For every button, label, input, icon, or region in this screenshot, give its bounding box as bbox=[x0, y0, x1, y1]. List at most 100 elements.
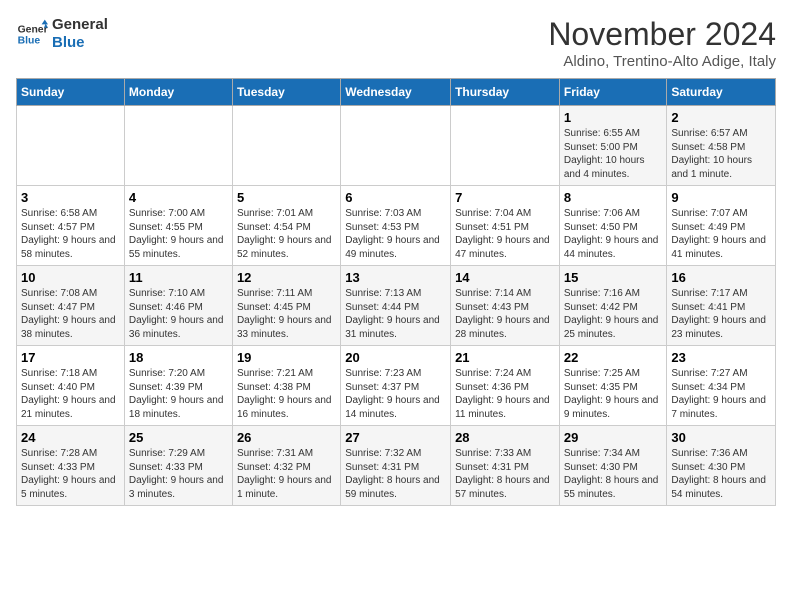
calendar-cell: 9 Sunrise: 7:07 AM Sunset: 4:49 PM Daylig… bbox=[667, 186, 776, 266]
weekday-header-friday: Friday bbox=[559, 79, 667, 106]
weekday-header-tuesday: Tuesday bbox=[232, 79, 340, 106]
day-info: Sunrise: 7:36 AM Sunset: 4:30 PM Dayligh… bbox=[671, 447, 771, 501]
day-info: Sunrise: 7:03 AM Sunset: 4:53 PM Dayligh… bbox=[345, 207, 446, 261]
calendar-cell: 7Sunrise: 7:04 AM Sunset: 4:51 PM Daylig… bbox=[451, 186, 560, 266]
calendar-week-4: 17 Sunrise: 7:18 AM Sunset: 4:40 PM Dayli… bbox=[17, 346, 776, 426]
day-number: 17 bbox=[21, 350, 120, 365]
day-number: 20 bbox=[345, 350, 446, 365]
header: General Blue General Blue November 2024 … bbox=[16, 16, 776, 70]
calendar-body: 1Sunrise: 6:55 AM Sunset: 5:00 PM Daylig… bbox=[17, 106, 776, 506]
weekday-header-thursday: Thursday bbox=[451, 79, 560, 106]
day-number: 23 bbox=[671, 350, 771, 365]
logo-general: General bbox=[52, 16, 108, 33]
calendar-cell bbox=[451, 106, 560, 186]
day-info: Sunrise: 7:06 AM Sunset: 4:50 PM Dayligh… bbox=[564, 207, 663, 261]
calendar-cell: 26Sunrise: 7:31 AM Sunset: 4:32 PM Dayli… bbox=[232, 426, 340, 506]
day-info: Sunrise: 7:13 AM Sunset: 4:44 PM Dayligh… bbox=[345, 287, 446, 341]
day-info: Sunrise: 7:21 AM Sunset: 4:38 PM Dayligh… bbox=[237, 367, 336, 421]
calendar-cell: 1Sunrise: 6:55 AM Sunset: 5:00 PM Daylig… bbox=[559, 106, 667, 186]
day-number: 8 bbox=[564, 190, 663, 205]
day-info: Sunrise: 7:11 AM Sunset: 4:45 PM Dayligh… bbox=[237, 287, 336, 341]
month-title: November 2024 bbox=[548, 16, 776, 53]
calendar-cell: 18Sunrise: 7:20 AM Sunset: 4:39 PM Dayli… bbox=[124, 346, 232, 426]
calendar-cell: 19 Sunrise: 7:21 AM Sunset: 4:38 PM Dayli… bbox=[232, 346, 340, 426]
calendar-cell: 5Sunrise: 7:01 AM Sunset: 4:54 PM Daylig… bbox=[232, 186, 340, 266]
calendar-cell: 28Sunrise: 7:33 AM Sunset: 4:31 PM Dayli… bbox=[451, 426, 560, 506]
day-info: Sunrise: 6:58 AM Sunset: 4:57 PM Dayligh… bbox=[21, 207, 120, 261]
day-number: 29 bbox=[564, 430, 663, 445]
calendar-cell bbox=[124, 106, 232, 186]
calendar-cell: 27Sunrise: 7:32 AM Sunset: 4:31 PM Dayli… bbox=[341, 426, 451, 506]
weekday-header-wednesday: Wednesday bbox=[341, 79, 451, 106]
day-number: 6 bbox=[345, 190, 446, 205]
calendar-cell: 20 Sunrise: 7:23 AM Sunset: 4:37 PM Dayli… bbox=[341, 346, 451, 426]
location-title: Aldino, Trentino-Alto Adige, Italy bbox=[548, 53, 776, 70]
weekday-header-sunday: Sunday bbox=[17, 79, 125, 106]
day-number: 22 bbox=[564, 350, 663, 365]
day-info: Sunrise: 7:24 AM Sunset: 4:36 PM Dayligh… bbox=[455, 367, 555, 421]
logo-blue: Blue bbox=[52, 34, 108, 52]
day-number: 24 bbox=[21, 430, 120, 445]
calendar-cell: 21Sunrise: 7:24 AM Sunset: 4:36 PM Dayli… bbox=[451, 346, 560, 426]
calendar-cell: 13 Sunrise: 7:13 AM Sunset: 4:44 PM Dayli… bbox=[341, 266, 451, 346]
calendar-cell: 10 Sunrise: 7:08 AM Sunset: 4:47 PM Dayli… bbox=[17, 266, 125, 346]
day-info: Sunrise: 7:34 AM Sunset: 4:30 PM Dayligh… bbox=[564, 447, 663, 501]
logo: General Blue General Blue bbox=[16, 16, 108, 52]
day-info: Sunrise: 7:29 AM Sunset: 4:33 PM Dayligh… bbox=[129, 447, 228, 501]
weekday-header-monday: Monday bbox=[124, 79, 232, 106]
day-info: Sunrise: 7:10 AM Sunset: 4:46 PM Dayligh… bbox=[129, 287, 228, 341]
day-info: Sunrise: 7:27 AM Sunset: 4:34 PM Dayligh… bbox=[671, 367, 771, 421]
day-number: 9 bbox=[671, 190, 771, 205]
day-info: Sunrise: 7:17 AM Sunset: 4:41 PM Dayligh… bbox=[671, 287, 771, 341]
calendar-week-2: 3 Sunrise: 6:58 AM Sunset: 4:57 PM Daylig… bbox=[17, 186, 776, 266]
day-number: 5 bbox=[237, 190, 336, 205]
day-number: 1 bbox=[564, 110, 663, 125]
calendar-cell: 3 Sunrise: 6:58 AM Sunset: 4:57 PM Daylig… bbox=[17, 186, 125, 266]
calendar-cell bbox=[232, 106, 340, 186]
day-info: Sunrise: 7:04 AM Sunset: 4:51 PM Dayligh… bbox=[455, 207, 555, 261]
day-number: 3 bbox=[21, 190, 120, 205]
calendar-cell: 17 Sunrise: 7:18 AM Sunset: 4:40 PM Dayli… bbox=[17, 346, 125, 426]
day-info: Sunrise: 7:31 AM Sunset: 4:32 PM Dayligh… bbox=[237, 447, 336, 501]
calendar-cell bbox=[341, 106, 451, 186]
day-number: 19 bbox=[237, 350, 336, 365]
day-number: 14 bbox=[455, 270, 555, 285]
day-info: Sunrise: 7:23 AM Sunset: 4:37 PM Dayligh… bbox=[345, 367, 446, 421]
calendar-cell: 24 Sunrise: 7:28 AM Sunset: 4:33 PM Dayli… bbox=[17, 426, 125, 506]
svg-text:General: General bbox=[18, 24, 48, 35]
weekday-header-saturday: Saturday bbox=[667, 79, 776, 106]
calendar-cell: 25 Sunrise: 7:29 AM Sunset: 4:33 PM Dayli… bbox=[124, 426, 232, 506]
calendar-cell: 14Sunrise: 7:14 AM Sunset: 4:43 PM Dayli… bbox=[451, 266, 560, 346]
calendar-cell: 22Sunrise: 7:25 AM Sunset: 4:35 PM Dayli… bbox=[559, 346, 667, 426]
calendar-cell: 15 Sunrise: 7:16 AM Sunset: 4:42 PM Dayli… bbox=[559, 266, 667, 346]
calendar-table: SundayMondayTuesdayWednesdayThursdayFrid… bbox=[16, 78, 776, 506]
day-number: 13 bbox=[345, 270, 446, 285]
title-area: November 2024 Aldino, Trentino-Alto Adig… bbox=[548, 16, 776, 70]
calendar-week-1: 1Sunrise: 6:55 AM Sunset: 5:00 PM Daylig… bbox=[17, 106, 776, 186]
day-info: Sunrise: 7:18 AM Sunset: 4:40 PM Dayligh… bbox=[21, 367, 120, 421]
day-number: 30 bbox=[671, 430, 771, 445]
day-number: 10 bbox=[21, 270, 120, 285]
calendar-header-row: SundayMondayTuesdayWednesdayThursdayFrid… bbox=[17, 79, 776, 106]
calendar-cell: 6 Sunrise: 7:03 AM Sunset: 4:53 PM Daylig… bbox=[341, 186, 451, 266]
day-info: Sunrise: 7:07 AM Sunset: 4:49 PM Dayligh… bbox=[671, 207, 771, 261]
day-number: 11 bbox=[129, 270, 228, 285]
day-info: Sunrise: 7:32 AM Sunset: 4:31 PM Dayligh… bbox=[345, 447, 446, 501]
day-info: Sunrise: 7:20 AM Sunset: 4:39 PM Dayligh… bbox=[129, 367, 228, 421]
day-number: 2 bbox=[671, 110, 771, 125]
day-number: 25 bbox=[129, 430, 228, 445]
day-info: Sunrise: 7:08 AM Sunset: 4:47 PM Dayligh… bbox=[21, 287, 120, 341]
day-number: 12 bbox=[237, 270, 336, 285]
calendar-week-5: 24 Sunrise: 7:28 AM Sunset: 4:33 PM Dayli… bbox=[17, 426, 776, 506]
day-info: Sunrise: 7:28 AM Sunset: 4:33 PM Dayligh… bbox=[21, 447, 120, 501]
day-number: 16 bbox=[671, 270, 771, 285]
calendar-cell: 11 Sunrise: 7:10 AM Sunset: 4:46 PM Dayli… bbox=[124, 266, 232, 346]
calendar-cell bbox=[17, 106, 125, 186]
calendar-cell: 2Sunrise: 6:57 AM Sunset: 4:58 PM Daylig… bbox=[667, 106, 776, 186]
day-number: 15 bbox=[564, 270, 663, 285]
day-info: Sunrise: 7:33 AM Sunset: 4:31 PM Dayligh… bbox=[455, 447, 555, 501]
day-info: Sunrise: 7:16 AM Sunset: 4:42 PM Dayligh… bbox=[564, 287, 663, 341]
calendar-cell: 12 Sunrise: 7:11 AM Sunset: 4:45 PM Dayli… bbox=[232, 266, 340, 346]
calendar-cell: 29 Sunrise: 7:34 AM Sunset: 4:30 PM Dayli… bbox=[559, 426, 667, 506]
calendar-cell: 23 Sunrise: 7:27 AM Sunset: 4:34 PM Dayli… bbox=[667, 346, 776, 426]
